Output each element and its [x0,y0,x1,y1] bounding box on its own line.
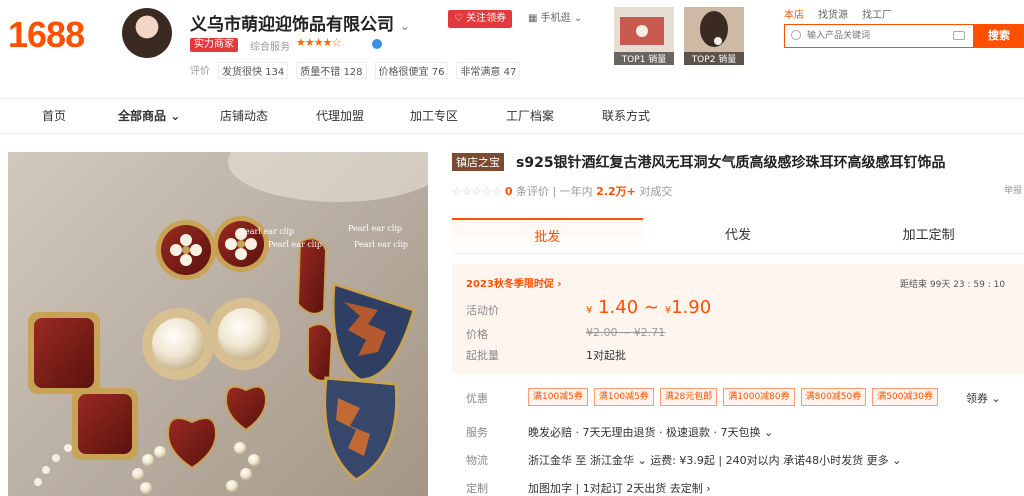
product-title: s925银针酒红复古港风无耳洞女气质高级感珍珠耳环高级感耳钉饰品 [516,155,946,171]
countdown: 距结束 99天 23 : 59 : 10 [900,277,1005,290]
tab-custom-processing[interactable]: 加工定制 [833,218,1024,253]
site-logo[interactable]: 1688 [8,14,85,56]
nav-shop-news[interactable]: 店铺动态 [220,99,316,133]
price-low: 1.40 [598,297,639,318]
search-box [784,24,974,48]
service-guarantees[interactable]: 晚发必赔 · 7天无理由退货 · 极速退款 · 7天包换 ⌄ [528,424,773,440]
rating-tag[interactable]: 质量不错 128 [296,62,367,79]
review-summary: ☆☆☆☆☆ 0 条评价 | 一年内 2.2万+ 对成交 [452,185,673,198]
rating-tag[interactable]: 发货很快 134 [218,62,289,79]
top1-product-thumb[interactable]: TOP1 销量 [614,7,674,65]
original-price: ¥2.00 ~ ¥2.71 [586,326,666,339]
logistics-label: 物流 [466,454,488,467]
treasure-tag: 镇店之宝 [452,153,504,171]
sales-label: 对成交 [639,185,673,198]
mobile-shop-button[interactable]: ▦ 手机逛 ⌄ [528,10,582,28]
top2-product-thumb[interactable]: TOP2 销量 [684,7,744,65]
sales-period: 一年内 [559,185,593,198]
image-caption: Pearl ear clip [348,224,403,233]
review-label: 条评价 [515,185,549,198]
nav-home[interactable]: 首页 [42,99,118,133]
empty-stars-icon: ☆☆☆☆☆ [452,185,502,198]
countdown-label: 距结束 [900,280,928,290]
customize-label: 定制 [466,482,488,495]
chevron-down-icon[interactable]: ⌄ [400,19,410,33]
price-high: 1.90 [671,297,712,318]
chevron-down-icon: ⌄ [170,109,181,123]
nav-factory-profile[interactable]: 工厂档案 [506,99,602,133]
service-score-label: 综合服务 [250,42,290,53]
tab-dropship[interactable]: 代发 [643,218,834,253]
activity-price-label: 活动价 [466,304,499,317]
coupon-chip[interactable]: 满28元包邮 [659,388,718,406]
nav-all-products[interactable]: 全部商品 ⌄ [118,99,220,133]
image-caption: Pearl ear clip [268,240,323,249]
coupon-list: 满100减5券 满100减5券 满28元包邮 满1000减80券 满800减50… [528,388,938,406]
image-caption: Pearl ear clip [240,227,295,236]
product-main-image[interactable]: Pearl ear clip Pearl ear clip Pearl ear … [8,152,428,496]
top1-label: TOP1 销量 [614,52,674,65]
shop-nav: 首页 全部商品 ⌄ 店铺动态 代理加盟 加工专区 工厂档案 联系方式 [0,98,1024,134]
countdown-value: 99天 23 : 59 : 10 [929,280,1006,290]
image-caption: Pearl ear clip [354,240,409,249]
moq-value: 1对起批 [586,349,626,362]
info-dot-icon[interactable] [372,39,382,49]
moq-label: 起批量 [466,349,499,362]
promo-banner[interactable]: 2023秋冬季限时促 › [466,275,561,290]
service-label: 服务 [466,426,488,439]
search-input[interactable] [785,25,935,47]
search-button[interactable]: 搜索 [974,24,1024,48]
tab-find-source[interactable]: 找货源 [818,6,848,21]
logistics-info[interactable]: 浙江金华 至 浙江金华 ⌄ 运费: ¥3.9起 | 240对以内 承诺48小时发… [528,452,901,468]
ratings-label: 评价 [190,66,210,77]
strength-merchant-badge: 实力商家 [190,38,238,52]
coupon-chip[interactable]: 满500减30券 [872,388,938,406]
follow-coupon-button[interactable]: ♡ 关注领券 [448,10,513,28]
get-coupons-button[interactable]: 领券 ⌄ [966,390,1001,406]
mobile-label: 手机逛 [540,13,571,24]
service-stars: ★★★★☆ [296,36,341,49]
sales-value: 2.2万+ [596,185,636,198]
search-icon [791,30,801,40]
coupon-chip[interactable]: 满1000减80券 [723,388,795,406]
coupon-chip[interactable]: 满100减5券 [528,388,588,406]
shop-avatar[interactable] [122,8,172,58]
activity-price: ¥ 1.40 ~ ¥1.90 [586,297,711,318]
search-scope-tabs: 本店 找货源 找工厂 [784,6,892,21]
qr-icon: ▦ [528,13,538,24]
nav-processing[interactable]: 加工专区 [410,99,506,133]
rating-tag[interactable]: 价格很便宜 76 [374,62,449,79]
follow-label: 关注领券 [466,13,507,24]
price-label: 价格 [466,328,488,341]
customize-info[interactable]: 加图加字 | 1对起订 2天出货 去定制 › [528,480,711,496]
tab-this-shop[interactable]: 本店 [784,6,804,21]
coupon-chip[interactable]: 满800减50券 [800,388,867,406]
rating-tag[interactable]: 非常满意 47 [456,62,521,79]
purchase-mode-tabs: 批发 代发 加工定制 [452,218,1024,254]
nav-all-products-label: 全部商品 [118,109,167,123]
rating-tags: 评价 发货很快 134 质量不错 128 价格很便宜 76 非常满意 47 [190,62,521,79]
earrings-photo [28,152,428,494]
top2-label: TOP2 销量 [684,52,744,65]
tab-find-factory[interactable]: 找工厂 [862,6,892,21]
shop-name[interactable]: 义乌市萌迎迎饰品有限公司 ⌄ [190,10,410,35]
coupon-label: 优惠 [466,392,488,405]
tab-wholesale[interactable]: 批发 [452,218,643,253]
currency: ¥ [586,305,593,316]
review-count[interactable]: 0 [505,185,513,198]
shop-name-text: 义乌市萌迎迎饰品有限公司 [190,15,394,35]
camera-icon[interactable] [953,31,965,40]
nav-contact[interactable]: 联系方式 [602,99,698,133]
coupon-chip[interactable]: 满100减5券 [593,388,654,406]
report-link[interactable]: 举报 [1004,183,1022,196]
nav-agency[interactable]: 代理加盟 [316,99,410,133]
price-tilde: ~ [643,297,660,318]
